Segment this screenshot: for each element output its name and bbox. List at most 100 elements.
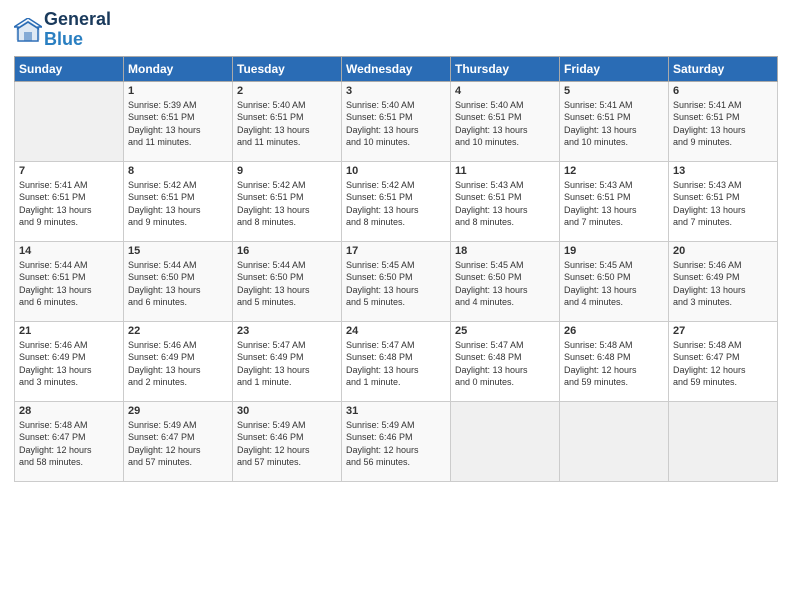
calendar-cell [560, 401, 669, 481]
day-number: 21 [19, 325, 119, 337]
calendar-cell: 27 Sunrise: 5:48 AM Sunset: 6:47 PM Dayli… [669, 321, 778, 401]
calendar-cell: 8 Sunrise: 5:42 AM Sunset: 6:51 PM Daylig… [124, 161, 233, 241]
day-number: 24 [346, 325, 446, 337]
day-info: Sunrise: 5:41 AM Sunset: 6:51 PM Dayligh… [673, 99, 773, 149]
weekday-saturday: Saturday [669, 56, 778, 81]
day-info: Sunrise: 5:48 AM Sunset: 6:47 PM Dayligh… [19, 419, 119, 469]
calendar-cell: 21 Sunrise: 5:46 AM Sunset: 6:49 PM Dayli… [15, 321, 124, 401]
calendar-cell: 1 Sunrise: 5:39 AM Sunset: 6:51 PM Daylig… [124, 81, 233, 161]
calendar-cell: 19 Sunrise: 5:45 AM Sunset: 6:50 PM Dayli… [560, 241, 669, 321]
day-number: 22 [128, 325, 228, 337]
day-number: 8 [128, 165, 228, 177]
weekday-monday: Monday [124, 56, 233, 81]
day-number: 13 [673, 165, 773, 177]
calendar-table: SundayMondayTuesdayWednesdayThursdayFrid… [14, 56, 778, 482]
day-number: 28 [19, 405, 119, 417]
calendar-cell: 26Sunrise: 5:48 AM Sunset: 6:48 PM Dayli… [560, 321, 669, 401]
day-number: 1 [128, 85, 228, 97]
weekday-tuesday: Tuesday [233, 56, 342, 81]
day-info: Sunrise: 5:46 AM Sunset: 6:49 PM Dayligh… [673, 259, 773, 309]
day-number: 25 [455, 325, 555, 337]
logo: GeneralBlue [14, 10, 111, 50]
day-info: Sunrise: 5:44 AM Sunset: 6:50 PM Dayligh… [128, 259, 228, 309]
day-info: Sunrise: 5:39 AM Sunset: 6:51 PM Dayligh… [128, 99, 228, 149]
day-info: Sunrise: 5:46 AM Sunset: 6:49 PM Dayligh… [19, 339, 119, 389]
calendar-week-1: 1 Sunrise: 5:39 AM Sunset: 6:51 PM Daylig… [15, 81, 778, 161]
day-number: 14 [19, 245, 119, 257]
calendar-cell [451, 401, 560, 481]
day-number: 5 [564, 85, 664, 97]
day-info: Sunrise: 5:41 AM Sunset: 6:51 PM Dayligh… [564, 99, 664, 149]
day-info: Sunrise: 5:46 AM Sunset: 6:49 PM Dayligh… [128, 339, 228, 389]
day-number: 12 [564, 165, 664, 177]
calendar-body: 1 Sunrise: 5:39 AM Sunset: 6:51 PM Daylig… [15, 81, 778, 481]
calendar-week-2: 7 Sunrise: 5:41 AM Sunset: 6:51 PM Daylig… [15, 161, 778, 241]
calendar-cell: 30 Sunrise: 5:49 AM Sunset: 6:46 PM Dayli… [233, 401, 342, 481]
day-info: Sunrise: 5:42 AM Sunset: 6:51 PM Dayligh… [346, 179, 446, 229]
day-info: Sunrise: 5:41 AM Sunset: 6:51 PM Dayligh… [19, 179, 119, 229]
calendar-cell: 9Sunrise: 5:42 AM Sunset: 6:51 PM Daylig… [233, 161, 342, 241]
calendar-cell: 16Sunrise: 5:44 AM Sunset: 6:50 PM Dayli… [233, 241, 342, 321]
day-number: 4 [455, 85, 555, 97]
day-number: 11 [455, 165, 555, 177]
day-number: 6 [673, 85, 773, 97]
calendar-cell: 18 Sunrise: 5:45 AM Sunset: 6:50 PM Dayli… [451, 241, 560, 321]
calendar-cell [669, 401, 778, 481]
day-number: 20 [673, 245, 773, 257]
day-number: 29 [128, 405, 228, 417]
day-number: 7 [19, 165, 119, 177]
day-info: Sunrise: 5:45 AM Sunset: 6:50 PM Dayligh… [346, 259, 446, 309]
calendar-cell: 11 Sunrise: 5:43 AM Sunset: 6:51 PM Dayli… [451, 161, 560, 241]
weekday-wednesday: Wednesday [342, 56, 451, 81]
day-info: Sunrise: 5:44 AM Sunset: 6:51 PM Dayligh… [19, 259, 119, 309]
calendar-cell [15, 81, 124, 161]
calendar-cell: 14 Sunrise: 5:44 AM Sunset: 6:51 PM Dayli… [15, 241, 124, 321]
calendar-cell: 15 Sunrise: 5:44 AM Sunset: 6:50 PM Dayli… [124, 241, 233, 321]
calendar-cell: 4 Sunrise: 5:40 AM Sunset: 6:51 PM Daylig… [451, 81, 560, 161]
day-info: Sunrise: 5:42 AM Sunset: 6:51 PM Dayligh… [237, 179, 337, 229]
calendar-cell: 2 Sunrise: 5:40 AM Sunset: 6:51 PM Daylig… [233, 81, 342, 161]
calendar-week-3: 14 Sunrise: 5:44 AM Sunset: 6:51 PM Dayli… [15, 241, 778, 321]
weekday-header-row: SundayMondayTuesdayWednesdayThursdayFrid… [15, 56, 778, 81]
calendar-cell: 20 Sunrise: 5:46 AM Sunset: 6:49 PM Dayli… [669, 241, 778, 321]
day-info: Sunrise: 5:43 AM Sunset: 6:51 PM Dayligh… [455, 179, 555, 229]
day-info: Sunrise: 5:49 AM Sunset: 6:46 PM Dayligh… [237, 419, 337, 469]
calendar-cell: 10 Sunrise: 5:42 AM Sunset: 6:51 PM Dayli… [342, 161, 451, 241]
day-number: 10 [346, 165, 446, 177]
logo-text: GeneralBlue [44, 10, 111, 50]
calendar-cell: 17Sunrise: 5:45 AM Sunset: 6:50 PM Dayli… [342, 241, 451, 321]
calendar-week-4: 21 Sunrise: 5:46 AM Sunset: 6:49 PM Dayli… [15, 321, 778, 401]
day-number: 2 [237, 85, 337, 97]
logo-icon [14, 18, 42, 42]
calendar-cell: 13 Sunrise: 5:43 AM Sunset: 6:51 PM Dayli… [669, 161, 778, 241]
day-info: Sunrise: 5:43 AM Sunset: 6:51 PM Dayligh… [564, 179, 664, 229]
day-info: Sunrise: 5:42 AM Sunset: 6:51 PM Dayligh… [128, 179, 228, 229]
calendar-cell: 29Sunrise: 5:49 AM Sunset: 6:47 PM Dayli… [124, 401, 233, 481]
calendar-cell: 28 Sunrise: 5:48 AM Sunset: 6:47 PM Dayli… [15, 401, 124, 481]
day-info: Sunrise: 5:45 AM Sunset: 6:50 PM Dayligh… [455, 259, 555, 309]
day-info: Sunrise: 5:49 AM Sunset: 6:46 PM Dayligh… [346, 419, 446, 469]
calendar-cell: 24 Sunrise: 5:47 AM Sunset: 6:48 PM Dayli… [342, 321, 451, 401]
calendar-cell: 25 Sunrise: 5:47 AM Sunset: 6:48 PM Dayli… [451, 321, 560, 401]
day-number: 16 [237, 245, 337, 257]
day-number: 27 [673, 325, 773, 337]
day-number: 15 [128, 245, 228, 257]
day-info: Sunrise: 5:40 AM Sunset: 6:51 PM Dayligh… [346, 99, 446, 149]
day-number: 19 [564, 245, 664, 257]
day-info: Sunrise: 5:48 AM Sunset: 6:47 PM Dayligh… [673, 339, 773, 389]
day-info: Sunrise: 5:47 AM Sunset: 6:48 PM Dayligh… [346, 339, 446, 389]
day-info: Sunrise: 5:45 AM Sunset: 6:50 PM Dayligh… [564, 259, 664, 309]
calendar-cell: 23Sunrise: 5:47 AM Sunset: 6:49 PM Dayli… [233, 321, 342, 401]
calendar-cell: 5 Sunrise: 5:41 AM Sunset: 6:51 PM Daylig… [560, 81, 669, 161]
day-info: Sunrise: 5:43 AM Sunset: 6:51 PM Dayligh… [673, 179, 773, 229]
calendar-cell: 3Sunrise: 5:40 AM Sunset: 6:51 PM Daylig… [342, 81, 451, 161]
calendar-week-5: 28 Sunrise: 5:48 AM Sunset: 6:47 PM Dayli… [15, 401, 778, 481]
day-info: Sunrise: 5:40 AM Sunset: 6:51 PM Dayligh… [237, 99, 337, 149]
calendar-cell: 6 Sunrise: 5:41 AM Sunset: 6:51 PM Daylig… [669, 81, 778, 161]
day-number: 18 [455, 245, 555, 257]
day-number: 30 [237, 405, 337, 417]
calendar-cell: 31Sunrise: 5:49 AM Sunset: 6:46 PM Dayli… [342, 401, 451, 481]
day-info: Sunrise: 5:40 AM Sunset: 6:51 PM Dayligh… [455, 99, 555, 149]
calendar-cell: 7 Sunrise: 5:41 AM Sunset: 6:51 PM Daylig… [15, 161, 124, 241]
day-info: Sunrise: 5:47 AM Sunset: 6:48 PM Dayligh… [455, 339, 555, 389]
